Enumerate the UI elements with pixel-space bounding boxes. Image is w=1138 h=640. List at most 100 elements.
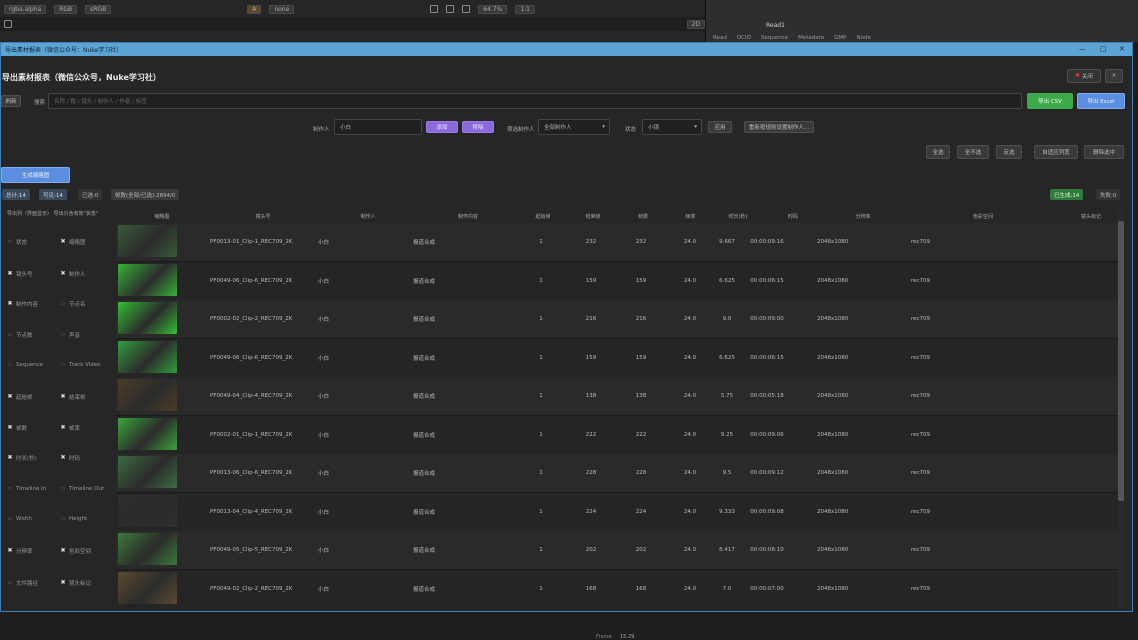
table-row[interactable]: PF0049-06_Clip-6_REC709_2K 小白 报道合成 1 159 159 2… — [116, 261, 1119, 301]
checkbox[interactable]: ✖ — [7, 301, 13, 307]
export-column-option[interactable]: ▫ Timeline Out — [60, 486, 104, 493]
export-column-option[interactable]: ▫ Sequence — [7, 362, 43, 369]
zoom-select[interactable]: 64.7% — [478, 4, 508, 14]
table-row[interactable]: PF0049-06_Clip-6_REC709_2K 小白 报道合成 1 159 159 2… — [116, 338, 1119, 378]
input-b-select[interactable]: none — [269, 4, 295, 14]
checkbox[interactable]: ▫ — [7, 362, 13, 368]
export-column-option[interactable]: ▫ Width — [7, 516, 32, 523]
table-row[interactable]: PF0013-04_Clip-4_REC709_2K 小白 报道合成 1 224 224 2… — [116, 492, 1119, 532]
apply-button[interactable]: 应用 — [708, 121, 732, 133]
checkbox[interactable]: ▫ — [60, 516, 66, 522]
column-header[interactable]: 色彩空间 — [903, 210, 1063, 222]
checkbox[interactable]: ▫ — [60, 301, 66, 307]
checkbox[interactable]: ✖ — [60, 580, 66, 586]
column-header[interactable]: 帧数 — [618, 210, 668, 222]
delete-selected-button[interactable]: 删除选中 — [1084, 145, 1124, 159]
checkbox[interactable]: ✖ — [7, 455, 13, 461]
export-column-option[interactable]: ✖ 结束帧 — [60, 393, 85, 402]
status-select[interactable]: 小镜 ▾ — [642, 119, 702, 135]
close-x-button[interactable]: ✕ — [1105, 69, 1123, 83]
column-header[interactable]: 镜头号 — [208, 210, 318, 222]
export-column-option[interactable]: ▫ 节点名 — [60, 300, 86, 309]
export-csv-button[interactable]: 导出 CSV — [1027, 93, 1073, 109]
table-row[interactable]: PF0049-05_Clip-5_REC709_2K 小白 报道合成 1 202 202 2… — [116, 531, 1119, 570]
tab-metadata[interactable]: Metadata — [798, 35, 824, 41]
export-column-option[interactable]: ▫ 状态 — [7, 238, 27, 247]
tab-sequence[interactable]: Sequence — [761, 35, 788, 41]
checkbox[interactable]: ▫ — [60, 486, 66, 492]
checkbox[interactable]: ▫ — [7, 332, 13, 338]
tab-ocio[interactable]: OCIO — [737, 35, 751, 41]
checkbox[interactable]: ✖ — [60, 548, 66, 554]
select-none-button[interactable]: 全不选 — [957, 145, 989, 159]
export-column-option[interactable]: ▫ 节点数 — [7, 331, 33, 340]
checkbox[interactable]: ✖ — [60, 425, 66, 431]
checkbox[interactable]: ▫ — [7, 486, 13, 492]
checkbox[interactable]: ✖ — [60, 239, 66, 245]
table-row[interactable]: PF0002-02_Clip-2_REC709_2K 小白 报道合成 1 216 216 2… — [116, 300, 1119, 339]
maximize-icon[interactable]: □ — [1100, 45, 1107, 53]
checkbox[interactable]: ✖ — [60, 394, 66, 400]
export-column-option[interactable]: ▫ 文件路径 — [7, 579, 38, 588]
export-column-option[interactable]: ✖ 制作人 — [60, 270, 85, 279]
tab-node[interactable]: Node — [856, 35, 870, 41]
export-column-option[interactable]: ✖ 镜头标记 — [60, 579, 91, 588]
column-header[interactable]: 帧率 — [668, 210, 713, 222]
reset-makers-button[interactable]: 重新按规则设置制作人... — [744, 121, 814, 133]
grid-icon[interactable] — [446, 5, 455, 13]
checkbox[interactable]: ✖ — [60, 271, 66, 277]
column-header[interactable]: 起始帧 — [518, 210, 568, 222]
checkbox[interactable]: ✖ — [7, 394, 13, 400]
export-column-option[interactable]: ▫ Height — [60, 516, 87, 523]
column-header[interactable]: 缩略图 — [116, 210, 208, 222]
search-input[interactable]: 名称 / 路 / 镜头 / 制作人 / 作者 / 标签 — [48, 93, 1022, 109]
minimize-icon[interactable]: — — [1079, 45, 1086, 53]
invert-selection-button[interactable]: 反选 — [996, 145, 1022, 159]
export-column-option[interactable]: ✖ 帧率 — [60, 424, 80, 433]
export-column-option[interactable]: ✖ 分辨率 — [7, 547, 32, 556]
scrollbar-thumb[interactable] — [1118, 221, 1124, 501]
export-column-option[interactable]: ✖ 色彩空间 — [60, 547, 91, 556]
column-header[interactable]: 时码 — [763, 210, 823, 222]
checkbox[interactable]: ▫ — [7, 239, 13, 245]
column-header[interactable]: 制作人 — [318, 210, 418, 222]
export-column-option[interactable]: ✖ 时码 — [60, 454, 80, 463]
column-header[interactable]: 镜头标记 — [1063, 210, 1119, 222]
play-icon[interactable] — [4, 20, 12, 28]
add-maker-button[interactable]: 添加 — [426, 121, 458, 133]
input-a-select[interactable]: A — [247, 4, 262, 14]
fit-columns-button[interactable]: 自适应列宽 — [1034, 145, 1078, 159]
generate-thumbnail-button[interactable]: 生成缩略图 — [1, 167, 70, 183]
remove-maker-button[interactable]: 移除 — [462, 121, 494, 133]
table-row[interactable]: PF0002-01_Clip-1_REC709_2K 小白 报道合成 1 222 222 2… — [116, 415, 1119, 455]
close-icon[interactable]: ✕ — [1119, 45, 1125, 53]
batch-maker-select[interactable]: 全部制作人 ▾ — [538, 119, 610, 135]
export-column-option[interactable]: ✖ 镜头号 — [7, 270, 32, 279]
checkbox[interactable]: ✖ — [7, 425, 13, 431]
close-dialog-button[interactable]: ✖ 关闭 — [1067, 69, 1101, 83]
checkbox[interactable]: ✖ — [7, 271, 13, 277]
refresh-button[interactable]: 刷新 — [1, 95, 21, 107]
checkbox[interactable]: ✖ — [60, 455, 66, 461]
column-header[interactable]: 结束帧 — [568, 210, 618, 222]
colorspace-select-b[interactable]: sRGB — [85, 4, 112, 14]
tab-gmp[interactable]: GMP — [834, 35, 846, 41]
select-all-button[interactable]: 全选 — [926, 145, 950, 159]
roi-icon[interactable] — [430, 5, 439, 13]
checkbox[interactable]: ▫ — [60, 332, 66, 338]
column-header[interactable]: 时长(秒) — [713, 210, 763, 222]
ratio-select[interactable]: 1:1 — [515, 4, 535, 14]
table-row[interactable]: PF0013-01_Clip-1_REC709_2K 小白 报道合成 1 232 232 2… — [116, 223, 1119, 262]
table-row[interactable]: PF0049-02_Clip-2_REC709_2K 小白 报道合成 1 168 168 2… — [116, 569, 1119, 608]
checkbox[interactable]: ▫ — [60, 362, 66, 368]
view-mode-select[interactable]: 2D — [686, 19, 705, 29]
table-row[interactable]: PF0013-06_Clip-6_REC709_2K 小白 报道合成 1 228 228 2… — [116, 454, 1119, 493]
export-column-option[interactable]: ▫ Timeline In — [7, 486, 46, 493]
export-excel-button[interactable]: 导出 Excel — [1077, 93, 1125, 109]
export-column-option[interactable]: ✖ 起始帧 — [7, 393, 32, 402]
checkbox[interactable]: ▫ — [7, 516, 13, 522]
export-column-option[interactable]: ▫ Track Video — [60, 362, 101, 369]
export-column-option[interactable]: ▫ 声音 — [60, 331, 80, 340]
colorspace-select-a[interactable]: RGB — [54, 4, 78, 14]
export-column-option[interactable]: ✖ 缩略图 — [60, 238, 85, 247]
